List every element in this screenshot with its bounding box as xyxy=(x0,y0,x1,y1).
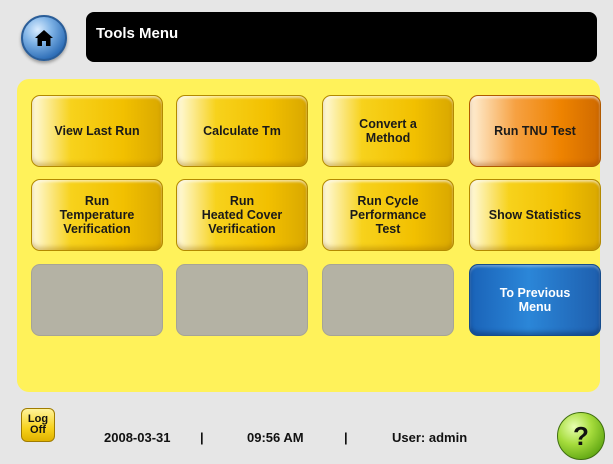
empty-slot-1 xyxy=(31,264,163,336)
help-icon: ? xyxy=(573,420,589,451)
run-heated-cover-verification-label: Run Heated Cover Verification xyxy=(201,194,283,236)
home-icon xyxy=(35,30,53,46)
convert-method-label: Convert a Method xyxy=(359,117,417,145)
help-button[interactable]: ? xyxy=(557,412,605,460)
page-title: Tools Menu xyxy=(96,25,179,42)
tools-menu-panel: View Last Run Calculate Tm Convert a Met… xyxy=(17,79,601,392)
time-display: 09:56 AM xyxy=(247,430,304,445)
empty-slot-3 xyxy=(322,264,454,336)
run-tnu-test-label: Run TNU Test xyxy=(494,124,576,138)
home-button[interactable] xyxy=(21,15,67,61)
footer-separator: | xyxy=(344,430,348,445)
log-off-label: Log Off xyxy=(27,413,49,436)
date-display: 2008-03-31 xyxy=(104,430,171,445)
view-last-run-label: View Last Run xyxy=(54,124,140,138)
run-temperature-verification-label: Run Temperature Verification xyxy=(59,194,135,236)
user-display: User: admin xyxy=(392,430,468,445)
calculate-tm-button[interactable]: Calculate Tm xyxy=(176,95,308,167)
empty-slot-2 xyxy=(176,264,308,336)
log-off-button[interactable]: Log Off xyxy=(21,408,55,442)
title-bar: Tools Menu xyxy=(86,12,597,62)
show-statistics-button[interactable]: Show Statistics xyxy=(469,179,601,251)
calculate-tm-label: Calculate Tm xyxy=(203,124,281,138)
run-temperature-verification-button[interactable]: Run Temperature Verification xyxy=(31,179,163,251)
to-previous-menu-label: To Previous Menu xyxy=(499,286,571,314)
footer-separator: | xyxy=(200,430,204,445)
run-cycle-performance-test-label: Run Cycle Performance Test xyxy=(349,194,427,236)
run-tnu-test-button[interactable]: Run TNU Test xyxy=(469,95,601,167)
to-previous-menu-button[interactable]: To Previous Menu xyxy=(469,264,601,336)
show-statistics-label: Show Statistics xyxy=(488,208,582,222)
convert-method-button[interactable]: Convert a Method xyxy=(322,95,454,167)
run-heated-cover-verification-button[interactable]: Run Heated Cover Verification xyxy=(176,179,308,251)
run-cycle-performance-test-button[interactable]: Run Cycle Performance Test xyxy=(322,179,454,251)
view-last-run-button[interactable]: View Last Run xyxy=(31,95,163,167)
